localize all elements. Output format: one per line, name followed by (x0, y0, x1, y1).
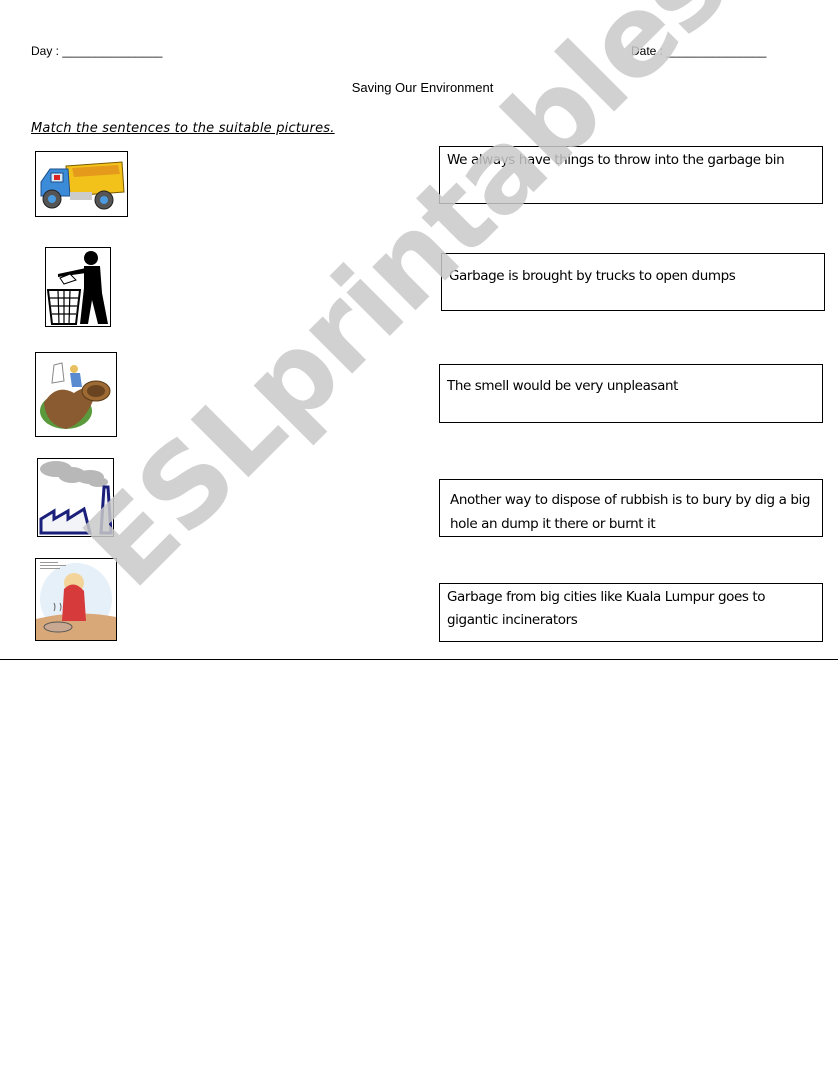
picture-digging-hole (35, 352, 117, 437)
sentence-box-4: Another way to dispose of rubbish is to … (439, 479, 823, 537)
sentence-text: Garbage from big cities like Kuala Lumpu… (447, 589, 766, 628)
factory-icon (39, 461, 113, 535)
picture-litter-bin (45, 247, 111, 327)
sentence-text: The smell would be very unpleasant (447, 378, 679, 394)
digging-hole-icon (40, 362, 111, 429)
sentence-box-2: Garbage is brought by trucks to open dum… (441, 253, 825, 311)
picture-factory (37, 458, 114, 537)
sentence-text: We always have things to throw into the … (447, 152, 785, 168)
bad-smell-icon (36, 562, 116, 640)
date-field: Date : _______________ (631, 44, 767, 58)
sentence-text: Another way to dispose of rubbish is to … (450, 492, 811, 532)
instructions: Match the sentences to the suitable pict… (31, 121, 335, 136)
day-field: Day : _______________ (31, 44, 163, 58)
litter-bin-icon (46, 251, 108, 325)
dump-truck-icon (40, 161, 125, 210)
sentence-box-1: We always have things to throw into the … (439, 146, 823, 204)
sentence-box-5: Garbage from big cities like Kuala Lumpu… (439, 583, 823, 642)
page-title: Saving Our Environment (351, 80, 494, 95)
sentence-text: Garbage is brought by trucks to open dum… (449, 268, 736, 284)
picture-bad-smell (35, 558, 117, 641)
horizontal-divider (0, 659, 838, 660)
picture-dump-truck (35, 151, 128, 217)
sentence-box-3: The smell would be very unpleasant (439, 364, 823, 423)
